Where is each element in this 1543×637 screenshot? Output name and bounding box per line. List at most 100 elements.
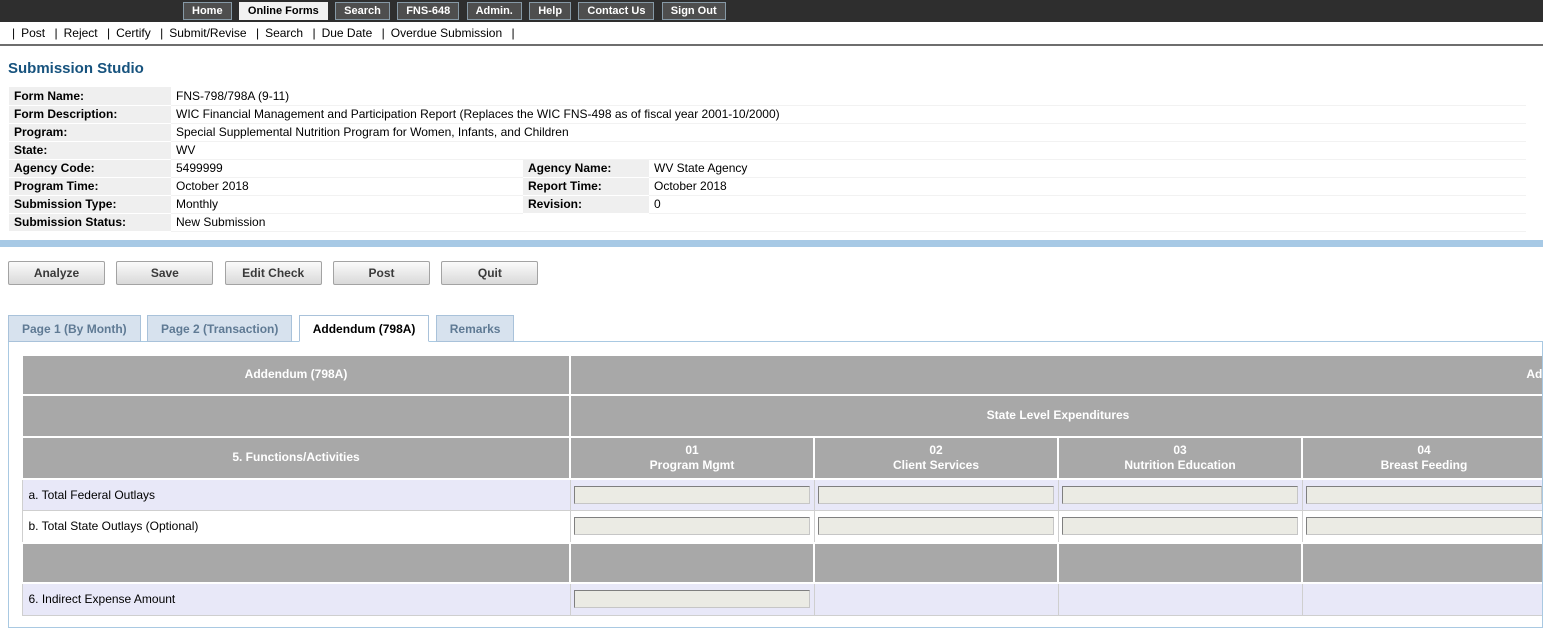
menu-separator: | [107,26,110,40]
detail-row: Program Time: October 2018 Report Time: … [9,177,1526,195]
submission-type-label: Submission Type: [9,195,171,213]
column-code: 02 [929,443,942,457]
input-total-state-outlays-03[interactable] [1062,517,1298,535]
form-name-value: FNS-798/798A (9-11) [171,87,1526,105]
cell-b-01 [570,511,814,543]
addendum-tab-panel: Addendum (798A) Add State Level Expendit… [8,341,1543,628]
cell-a-04 [1302,479,1543,511]
cell-a-03 [1058,479,1302,511]
gray-spacer-row [22,543,1543,583]
addendum-table: Addendum (798A) Add State Level Expendit… [21,354,1543,617]
spacer-cell [1302,543,1543,583]
form-name-label: Form Name: [9,87,171,105]
nav-search[interactable]: Search [335,2,390,20]
detail-row: Form Name: FNS-798/798A (9-11) [9,87,1526,105]
column-code: 04 [1417,443,1430,457]
addendum-title-cell: Addendum (798A) [22,355,570,395]
program-value: Special Supplemental Nutrition Program f… [171,123,1526,141]
post-button[interactable]: Post [333,261,430,285]
nav-fns-648[interactable]: FNS-648 [397,2,459,20]
row-label: 6. Indirect Expense Amount [22,583,570,616]
row-total-federal-outlays: a. Total Federal Outlays [22,479,1543,511]
column-name: Program Mgmt [650,458,735,472]
input-total-federal-outlays-02[interactable] [818,486,1054,504]
menu-separator: | [511,26,514,40]
input-total-federal-outlays-03[interactable] [1062,486,1298,504]
row-label: b. Total State Outlays (Optional) [22,511,570,543]
row-label: a. Total Federal Outlays [22,479,570,511]
tab-addendum-798a[interactable]: Addendum (798A) [299,315,430,342]
program-time-value: October 2018 [171,177,523,195]
menu-separator: | [256,26,259,40]
input-indirect-expense-amount[interactable] [574,590,810,608]
cell-a-01 [570,479,814,511]
row-indirect-expense: 6. Indirect Expense Amount [22,583,1543,616]
revision-value: 0 [649,195,1526,213]
menu-submit-revise[interactable]: Submit/Revise [169,26,246,40]
save-button[interactable]: Save [116,261,213,285]
program-label: Program: [9,123,171,141]
spacer-cell [1058,543,1302,583]
detail-row: State: WV [9,141,1526,159]
column-name: Breast Feeding [1381,458,1468,472]
column-header-01: 01Program Mgmt [570,437,814,479]
spacer-cell [814,543,1058,583]
tab-page-1-by-month[interactable]: Page 1 (By Month) [8,315,141,342]
input-total-federal-outlays-01[interactable] [574,486,810,504]
menu-separator: | [160,26,163,40]
functions-activities-header: 5. Functions/Activities [22,437,570,479]
nav-help[interactable]: Help [529,2,571,20]
agency-name-value: WV State Agency [649,159,1526,177]
input-total-state-outlays-04[interactable] [1306,517,1542,535]
addendum-title-right-cell: Add [570,355,1543,395]
input-total-state-outlays-01[interactable] [574,517,810,535]
state-value: WV [171,141,1526,159]
menu-due-date[interactable]: Due Date [322,26,373,40]
column-code: 01 [685,443,698,457]
section-divider [0,240,1543,247]
spacer-cell [22,543,570,583]
column-name: Nutrition Education [1124,458,1235,472]
tab-page-2-transaction[interactable]: Page 2 (Transaction) [147,315,292,342]
quit-button[interactable]: Quit [441,261,538,285]
page-title: Submission Studio [8,60,1543,77]
spacer-cell [570,543,814,583]
analyze-button[interactable]: Analyze [8,261,105,285]
toolbar: Analyze Save Edit Check Post Quit [8,261,1543,285]
nav-home[interactable]: Home [183,2,232,20]
detail-row: Submission Status: New Submission [9,213,1526,231]
menu-separator: | [54,26,57,40]
cell-b-02 [814,511,1058,543]
menu-separator: | [312,26,315,40]
agency-name-label: Agency Name: [523,159,649,177]
column-header-02: 02Client Services [814,437,1058,479]
revision-label: Revision: [523,195,649,213]
menu-post[interactable]: Post [21,26,45,40]
report-time-label: Report Time: [523,177,649,195]
submission-menubar: | Post | Reject | Certify | Submit/Revise | S… [0,22,1543,46]
input-total-state-outlays-02[interactable] [818,517,1054,535]
menu-overdue-submission[interactable]: Overdue Submission [391,26,502,40]
nav-sign-out[interactable]: Sign Out [662,2,726,20]
menu-certify[interactable]: Certify [116,26,151,40]
nav-online-forms[interactable]: Online Forms [239,2,328,20]
menu-reject[interactable]: Reject [64,26,98,40]
nav-admin[interactable]: Admin. [467,2,522,20]
cell-indirect-04 [1302,583,1543,616]
nav-contact-us[interactable]: Contact Us [578,2,654,20]
agency-code-value: 5499999 [171,159,523,177]
section-header-row: State Level Expenditures [22,395,1543,437]
input-total-federal-outlays-04[interactable] [1306,486,1542,504]
column-header-row: 5. Functions/Activities 01Program Mgmt 0… [22,437,1543,479]
empty-header-cell [22,395,570,437]
edit-check-button[interactable]: Edit Check [225,261,322,285]
submission-status-value: New Submission [171,213,1526,231]
tab-remarks[interactable]: Remarks [436,315,515,342]
form-page-tabs: Page 1 (By Month) Page 2 (Transaction) A… [8,315,1543,342]
menu-separator: | [12,26,15,40]
cell-indirect-03 [1058,583,1302,616]
cell-a-02 [814,479,1058,511]
menu-search[interactable]: Search [265,26,303,40]
program-time-label: Program Time: [9,177,171,195]
detail-row: Submission Type: Monthly Revision: 0 [9,195,1526,213]
